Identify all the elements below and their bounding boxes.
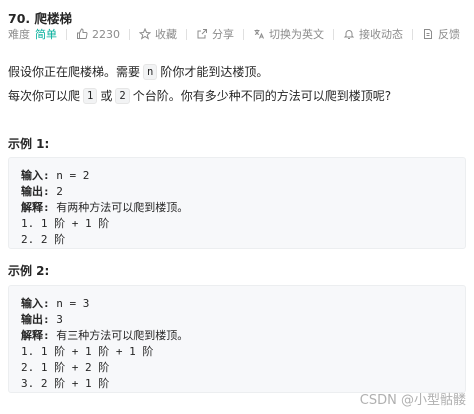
explain-label: 解释: <box>21 329 50 342</box>
example-step: 1. 1 阶 + 1 阶 <box>21 217 110 230</box>
translate-button[interactable]: 切换为英文 <box>253 26 324 42</box>
divider <box>412 28 413 40</box>
example-step: 2. 1 阶 + 2 阶 <box>21 361 110 374</box>
feedback-button[interactable]: 反馈 <box>422 26 460 42</box>
favorite-button[interactable]: 收藏 <box>139 26 177 42</box>
input-label: 输入: <box>21 297 50 310</box>
notify-button[interactable]: 接收动态 <box>343 26 403 42</box>
description-text: 阶你才能到达楼顶。 <box>160 65 269 79</box>
example-heading: 示例 1: <box>8 137 50 151</box>
example-step: 2. 2 阶 <box>21 233 66 246</box>
problem-title: 70. 爬楼梯 <box>8 11 72 26</box>
translate-label: 切换为英文 <box>269 28 324 41</box>
output-label: 输出: <box>21 313 50 326</box>
divider <box>243 28 244 40</box>
notify-label: 接收动态 <box>359 28 403 41</box>
thumbs-up-icon <box>77 28 88 39</box>
divider <box>186 28 187 40</box>
input-value: n = 2 <box>56 169 90 182</box>
description-line-1: 假设你正在爬楼梯。需要 n 阶你才能到达楼顶。 <box>8 63 268 80</box>
example-box: 输入: n = 2 输出: 2 解释: 有两种方法可以爬到楼顶。 1. 1 阶 … <box>8 157 466 249</box>
example-output-line: 输出: 2 <box>21 183 63 199</box>
watermark: CSDN @小型骷髅 <box>359 393 466 408</box>
difficulty-badge: 简单 <box>35 28 57 41</box>
example-explain-line: 解释: 有三种方法可以爬到楼顶。 <box>21 327 188 343</box>
example-heading: 示例 2: <box>8 264 50 278</box>
output-value: 3 <box>56 313 63 326</box>
difficulty-label: 难度 <box>8 28 30 41</box>
share-icon <box>197 29 207 39</box>
explain-label: 解释: <box>21 201 50 214</box>
description-text: 个台阶。你有多少种不同的方法可以爬到楼顶呢? <box>132 89 392 103</box>
divider <box>66 28 67 40</box>
description-text: 假设你正在爬楼梯。需要 <box>8 65 141 79</box>
input-label: 输入: <box>21 169 50 182</box>
description-text: 每次你可以爬 <box>8 89 81 103</box>
feedback-icon <box>424 29 432 39</box>
like-button[interactable]: 2230 <box>76 28 120 41</box>
explain-value: 有两种方法可以爬到楼顶。 <box>56 201 189 214</box>
input-value: n = 3 <box>56 297 90 310</box>
explain-value: 有三种方法可以爬到楼顶。 <box>56 329 189 342</box>
problem-meta-bar: 难度 简单 2230 收藏 分享 切换为英文 接收动态 反馈 <box>8 26 460 42</box>
example-explain-line: 解释: 有两种方法可以爬到楼顶。 <box>21 199 188 215</box>
example-input-line: 输入: n = 3 <box>21 295 89 311</box>
example-step: 3. 2 阶 + 1 阶 <box>21 377 110 390</box>
divider <box>333 28 334 40</box>
feedback-label: 反馈 <box>438 28 460 41</box>
divider <box>129 28 130 40</box>
translate-icon <box>254 29 264 39</box>
example-step: 1. 1 阶 + 1 阶 + 1 阶 <box>21 345 154 358</box>
output-value: 2 <box>56 185 63 198</box>
example-input-line: 输入: n = 2 <box>21 167 89 183</box>
bell-icon <box>343 30 355 39</box>
share-button[interactable]: 分享 <box>196 26 234 42</box>
inline-code: n <box>143 63 158 80</box>
example-box: 输入: n = 3 输出: 3 解释: 有三种方法可以爬到楼顶。 1. 1 阶 … <box>8 285 466 393</box>
star-icon <box>139 28 151 40</box>
output-label: 输出: <box>21 185 50 198</box>
favorite-label: 收藏 <box>155 28 177 41</box>
likes-count: 2230 <box>92 27 120 41</box>
share-label: 分享 <box>212 28 234 41</box>
inline-code: 1 <box>83 87 98 104</box>
description-text: 或 <box>100 89 113 103</box>
inline-code: 2 <box>115 87 130 104</box>
example-output-line: 输出: 3 <box>21 311 63 327</box>
description-line-2: 每次你可以爬 1 或 2 个台阶。你有多少种不同的方法可以爬到楼顶呢? <box>8 87 391 104</box>
